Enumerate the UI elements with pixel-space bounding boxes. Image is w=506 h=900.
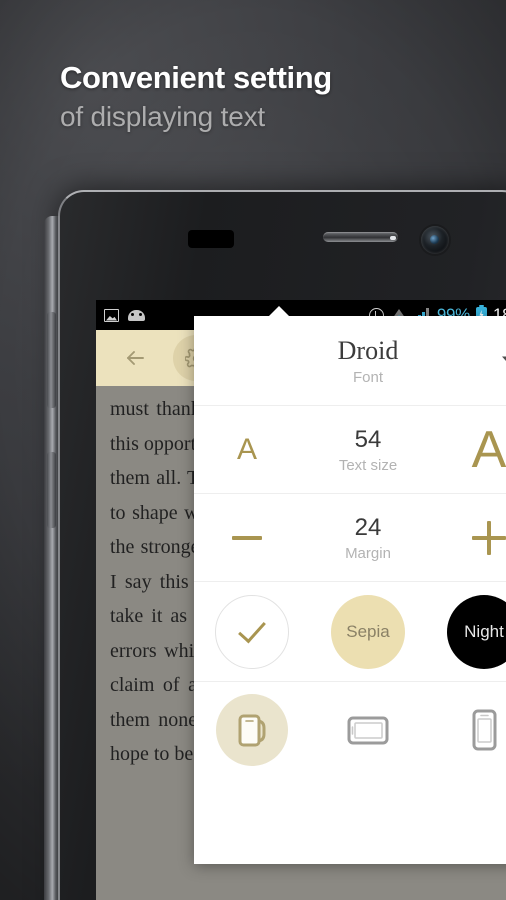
small-a-icon: A (236, 432, 257, 466)
text-size-value: 54 (354, 425, 382, 453)
text-size-row: A 54 Text size A (194, 406, 506, 494)
decrease-margin-button[interactable] (216, 507, 278, 569)
chevron-down-icon[interactable] (502, 356, 506, 365)
text-size-value-group: 54 Text size (339, 426, 397, 474)
decrease-text-size-button[interactable]: A (216, 419, 278, 481)
orientation-option-auto[interactable] (194, 694, 310, 766)
status-bar-left (104, 308, 145, 322)
theme-row: Sepia Night (194, 582, 506, 682)
orientation-option-portrait[interactable] (426, 694, 506, 766)
android-icon (128, 309, 145, 321)
check-icon (238, 614, 266, 643)
font-value: Droid (337, 335, 399, 365)
back-button[interactable] (112, 335, 158, 381)
device-sensor-row (58, 190, 506, 300)
plus-icon (472, 520, 506, 555)
margin-value-group: 24 Margin (345, 514, 391, 562)
theme-circle-night: Night (447, 594, 506, 669)
volume-up-button[interactable] (47, 312, 56, 408)
volume-down-button[interactable] (47, 452, 56, 528)
headline-line-1: Convenient setting (60, 60, 332, 95)
orientation-row (194, 682, 506, 778)
text-size-label: Text size (338, 456, 398, 474)
margin-row: 24 Margin (194, 494, 506, 582)
theme-option-night[interactable]: Night (426, 594, 506, 669)
phone-screen: 99% 18:19 (96, 300, 506, 900)
back-arrow-icon (126, 351, 144, 365)
theme-circle-sepia: Sepia (331, 594, 405, 669)
font-value-group: Droid Font (338, 336, 399, 386)
orientation-landscape-button (332, 694, 404, 766)
image-icon (104, 308, 119, 322)
theme-option-sepia[interactable]: Sepia (310, 594, 426, 669)
font-label: Font (352, 368, 383, 386)
promo-headline: Convenient setting of displaying text (60, 62, 480, 131)
theme-option-day[interactable] (194, 594, 310, 669)
increase-margin-button[interactable] (458, 507, 506, 569)
font-row[interactable]: Droid Font (194, 316, 506, 406)
phone-device: 99% 18:19 (44, 190, 506, 900)
increase-text-size-button[interactable]: A (458, 419, 506, 481)
theme-label-sepia: Sepia (346, 621, 390, 641)
headline-line-2: of displaying text (60, 101, 265, 132)
earpiece-speaker-icon (323, 232, 398, 242)
theme-circle-day (215, 594, 289, 669)
auto-rotate-icon (238, 714, 266, 747)
orientation-auto-button (216, 694, 288, 766)
theme-label-night: Night (464, 621, 504, 641)
proximity-sensor-icon (188, 230, 234, 248)
margin-label: Margin (345, 544, 391, 562)
orientation-option-landscape[interactable] (310, 694, 426, 766)
orientation-portrait-button (448, 694, 506, 766)
large-a-icon: A (471, 420, 506, 479)
landscape-icon (347, 716, 389, 745)
margin-value: 24 (354, 513, 382, 541)
display-settings-panel: Droid Font A 54 Text size A 24 Margin Se… (194, 316, 506, 864)
minus-icon (232, 535, 262, 540)
panel-notch (268, 306, 290, 317)
front-camera-icon (421, 226, 449, 254)
portrait-icon (472, 709, 497, 751)
